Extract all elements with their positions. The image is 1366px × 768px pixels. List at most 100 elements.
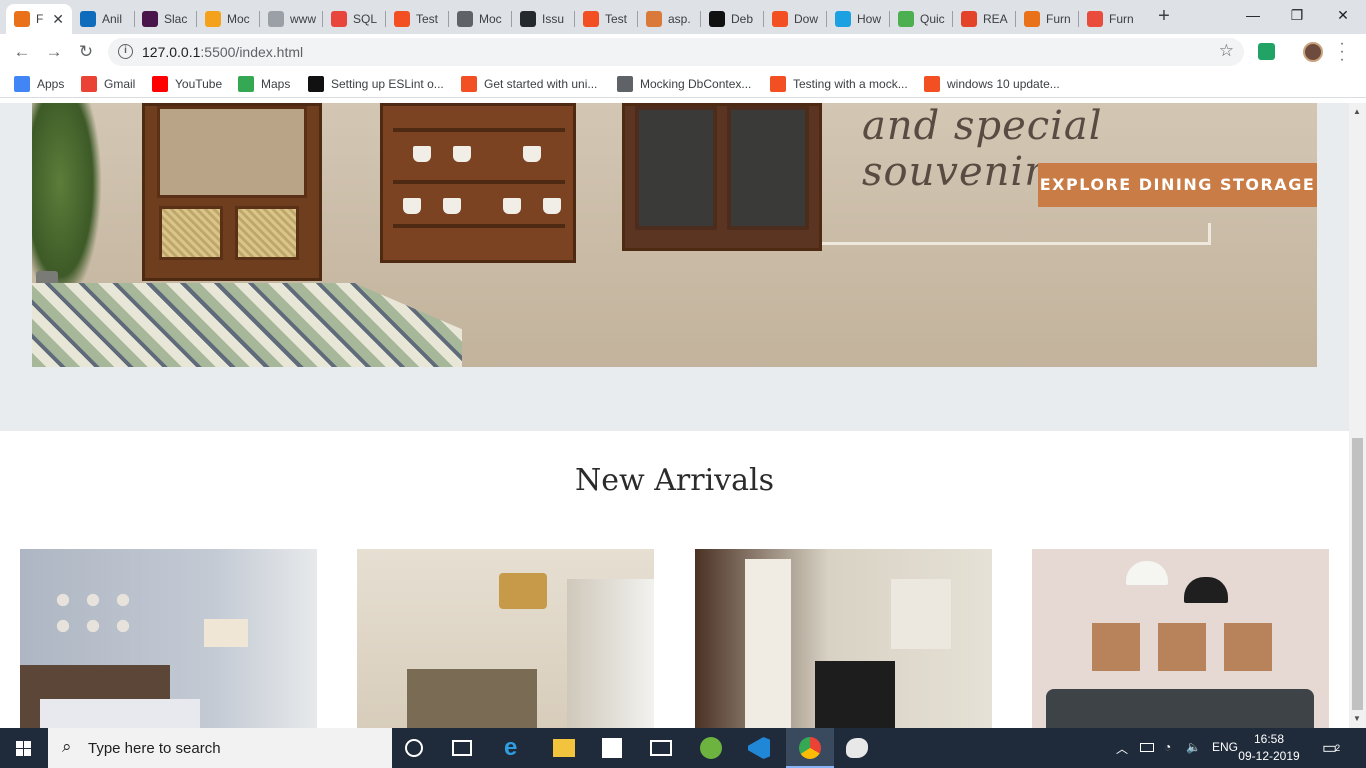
bookmark-item[interactable]: Get started with uni... bbox=[461, 76, 597, 92]
browser-tab[interactable]: Furn bbox=[1016, 4, 1076, 34]
hero-banner: and special souvenirs EXPLORE DINING STO… bbox=[32, 103, 1317, 367]
tab-favicon-icon bbox=[268, 11, 284, 27]
tab-favicon-icon bbox=[961, 11, 977, 27]
bookmark-favicon-icon bbox=[924, 76, 940, 92]
browser-tab[interactable]: asp. bbox=[638, 4, 698, 34]
volume-icon[interactable]: 🔈 bbox=[1186, 740, 1201, 754]
taskbar-search-placeholder: Type here to search bbox=[88, 740, 221, 757]
url-text[interactable]: 127.0.0.1:5500/index.html bbox=[142, 44, 303, 60]
bookmark-item[interactable]: Mocking DbContex... bbox=[617, 76, 751, 92]
browser-tab[interactable]: Moc bbox=[197, 4, 257, 34]
browser-tab[interactable]: Test bbox=[575, 4, 635, 34]
tab-title: Moc bbox=[227, 12, 250, 26]
browser-tab[interactable]: Moc bbox=[449, 4, 509, 34]
tab-title: Test bbox=[416, 12, 439, 26]
bookmark-favicon-icon bbox=[461, 76, 477, 92]
site-info-icon[interactable]: i bbox=[118, 44, 133, 59]
taskbar-search-box[interactable]: ⌕ Type here to search bbox=[48, 728, 392, 768]
browser-tab[interactable]: Quic bbox=[890, 4, 950, 34]
sofa-image bbox=[1046, 689, 1314, 728]
bookmark-star-icon[interactable]: ☆ bbox=[1219, 41, 1234, 61]
tab-favicon-icon bbox=[142, 11, 158, 27]
store-icon[interactable] bbox=[602, 738, 622, 758]
vscode-icon[interactable] bbox=[748, 737, 770, 759]
tab-favicon-icon bbox=[835, 11, 851, 27]
tab-title: Moc bbox=[479, 12, 502, 26]
bookmark-label: Maps bbox=[261, 77, 291, 91]
page-scrollbar[interactable]: ▲ ▼ bbox=[1349, 103, 1366, 728]
bookmark-favicon-icon bbox=[152, 76, 168, 92]
browser-tab[interactable]: Dow bbox=[764, 4, 824, 34]
tab-title: How bbox=[857, 12, 882, 26]
tab-title: Quic bbox=[920, 12, 945, 26]
spring-tool-icon[interactable] bbox=[700, 737, 722, 759]
new-arrival-card-bedroom[interactable] bbox=[20, 549, 317, 728]
bed-image bbox=[407, 669, 537, 728]
battery-icon[interactable] bbox=[1140, 743, 1154, 752]
bookmark-favicon-icon bbox=[238, 76, 254, 92]
chrome-taskbar-button[interactable] bbox=[786, 728, 834, 768]
minimize-button[interactable]: — bbox=[1230, 0, 1276, 30]
browser-tab[interactable]: Issu bbox=[512, 4, 572, 34]
tab-title: Furn bbox=[1109, 12, 1134, 26]
tab-favicon-icon bbox=[520, 11, 536, 27]
tab-strip: F ✕ Anil Slac Moc www SQL Test Moc Issu Test asp. De… bbox=[0, 0, 1366, 34]
file-explorer-icon[interactable] bbox=[553, 739, 575, 757]
system-clock[interactable]: 16:58 09-12-2019 bbox=[1234, 731, 1304, 765]
browser-tab[interactable]: Slac bbox=[134, 4, 194, 34]
tab-favicon-icon bbox=[709, 11, 725, 27]
bookmark-item[interactable]: Gmail bbox=[81, 76, 135, 92]
browser-tab[interactable]: How bbox=[827, 4, 887, 34]
url-host: 127.0.0.1 bbox=[142, 44, 201, 60]
paint-icon[interactable] bbox=[846, 738, 868, 758]
close-tab-icon[interactable]: ✕ bbox=[52, 11, 64, 28]
browser-tab[interactable]: REA bbox=[953, 4, 1013, 34]
forward-button[interactable]: → bbox=[42, 40, 66, 64]
bookmark-item[interactable]: Maps bbox=[238, 76, 290, 92]
task-view-icon[interactable] bbox=[452, 740, 472, 756]
new-arrivals-title: New Arrivals bbox=[575, 463, 774, 498]
new-tab-button[interactable]: + bbox=[1153, 6, 1175, 28]
close-window-button[interactable]: ✕ bbox=[1320, 0, 1366, 30]
new-arrival-card-living-room[interactable] bbox=[1032, 549, 1329, 728]
browser-tab[interactable]: SQL bbox=[323, 4, 383, 34]
bookmark-favicon-icon bbox=[308, 76, 324, 92]
browser-tab[interactable]: www bbox=[260, 4, 320, 34]
edge-icon[interactable]: e bbox=[504, 736, 528, 760]
new-arrival-card-bedroom-2[interactable] bbox=[357, 549, 654, 728]
browser-tab[interactable]: Deb bbox=[701, 4, 761, 34]
bookmark-item[interactable]: YouTube bbox=[152, 76, 222, 92]
mail-icon[interactable] bbox=[650, 740, 672, 756]
browser-tab[interactable]: Anil bbox=[72, 4, 132, 34]
scroll-up-icon[interactable]: ▲ bbox=[1353, 107, 1361, 116]
browser-tab[interactable]: F ✕ bbox=[6, 4, 72, 34]
profile-avatar[interactable] bbox=[1303, 42, 1323, 62]
browser-tab[interactable]: Furn bbox=[1079, 4, 1139, 34]
bookmark-item[interactable]: windows 10 update... bbox=[924, 76, 1060, 92]
show-hidden-icons-icon[interactable]: ︿ bbox=[1116, 740, 1128, 757]
explore-dining-storage-button[interactable]: EXPLORE DINING STORAGE bbox=[1038, 163, 1317, 207]
extension-icon[interactable] bbox=[1258, 43, 1275, 60]
cabinet-image bbox=[142, 103, 322, 281]
bookmark-item[interactable]: Setting up ESLint o... bbox=[308, 76, 444, 92]
menu-kebab-icon[interactable]: · · · bbox=[1338, 36, 1346, 68]
reload-button[interactable]: ↻ bbox=[74, 40, 98, 64]
bookmark-item[interactable]: Apps bbox=[14, 76, 64, 92]
tv-image bbox=[815, 661, 895, 728]
pendant-lamp-image bbox=[1184, 577, 1228, 603]
back-button[interactable]: ← bbox=[10, 40, 34, 64]
new-arrival-card-tv-unit[interactable] bbox=[695, 549, 992, 728]
tab-title: Anil bbox=[102, 12, 123, 26]
tab-favicon-icon bbox=[80, 11, 96, 27]
address-bar[interactable]: i 127.0.0.1:5500/index.html ☆ bbox=[108, 38, 1244, 66]
start-button[interactable] bbox=[0, 728, 48, 768]
wifi-icon[interactable]: ◔ bbox=[1164, 740, 1171, 754]
scroll-down-icon[interactable]: ▼ bbox=[1353, 714, 1361, 723]
maximize-button[interactable]: ❐ bbox=[1274, 0, 1320, 30]
clock-date: 09-12-2019 bbox=[1238, 749, 1300, 763]
bookmark-item[interactable]: Testing with a mock... bbox=[770, 76, 908, 92]
scrollbar-thumb[interactable] bbox=[1352, 438, 1363, 710]
browser-tab[interactable]: Test bbox=[386, 4, 446, 34]
notification-center-icon[interactable]: ▭2 bbox=[1322, 738, 1342, 758]
cortana-icon[interactable] bbox=[405, 739, 423, 757]
